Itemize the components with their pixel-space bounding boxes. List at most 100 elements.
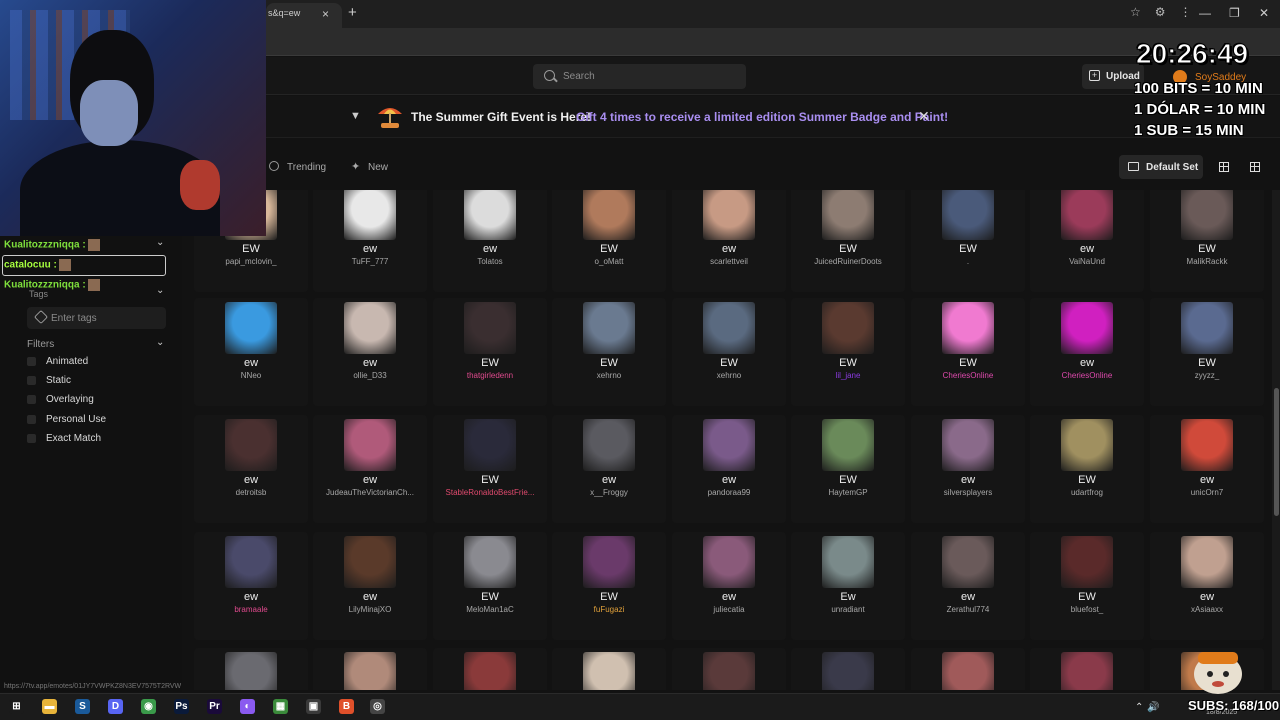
emote-card[interactable]: ew xAsiaaxx	[1150, 532, 1264, 640]
emote-card[interactable]: EW JuicedRuinerDoots	[791, 190, 905, 292]
premiere-icon[interactable]: Pr	[207, 699, 222, 714]
emote-card[interactable]: ew bramaale	[194, 532, 308, 640]
emote-author[interactable]: papi_mclovin_	[194, 257, 308, 266]
emote-card[interactable]: EW MalikRackk	[1150, 190, 1264, 292]
emote-author[interactable]: VaiNaUnd	[1030, 257, 1144, 266]
emote-author[interactable]: xAsiaaxx	[1150, 605, 1264, 614]
emote-card[interactable]: ew NNeo	[194, 298, 308, 406]
emote-card[interactable]	[433, 648, 547, 690]
emote-author[interactable]: NNeo	[194, 371, 308, 380]
emote-author[interactable]: xehrno	[672, 371, 786, 380]
tab-new[interactable]: New	[368, 162, 388, 173]
emote-card[interactable]: EW StableRonaldoBestFrie...	[433, 415, 547, 523]
emote-card[interactable]	[672, 648, 786, 690]
banner-link[interactable]: Gift 4 times to receive a limited editio…	[576, 110, 948, 124]
chevron-down-icon[interactable]: ⌄	[156, 237, 164, 248]
emote-card[interactable]: ew LilyMinajXO	[313, 532, 427, 640]
emote-card[interactable]	[911, 648, 1025, 690]
emote-card[interactable]: ew ollie_D33	[313, 298, 427, 406]
emote-card[interactable]: ew VaiNaUnd	[1030, 190, 1144, 292]
scrollbar-thumb[interactable]	[1274, 388, 1279, 516]
emote-author[interactable]: .	[911, 257, 1025, 266]
emote-card[interactable]	[194, 648, 308, 690]
emote-card[interactable]: EW MeloMan1aC	[433, 532, 547, 640]
steam-icon[interactable]: S	[75, 699, 90, 714]
emote-author[interactable]: JuicedRuinerDoots	[791, 257, 905, 266]
emote-author[interactable]: bramaale	[194, 605, 308, 614]
brave-icon[interactable]: B	[339, 699, 354, 714]
emote-author[interactable]: fuFugazi	[552, 605, 666, 614]
emote-author[interactable]: lil_jane	[791, 371, 905, 380]
photoshop-icon[interactable]: Ps	[174, 699, 189, 714]
emote-author[interactable]: StableRonaldoBestFrie...	[433, 488, 547, 497]
emote-card[interactable]: EW lil_jane	[791, 298, 905, 406]
chevron-down-icon[interactable]: ⌄	[156, 337, 164, 348]
start-icon[interactable]: ⊞	[9, 699, 24, 714]
emote-author[interactable]: xehrno	[552, 371, 666, 380]
emote-author[interactable]: bluefost_	[1030, 605, 1144, 614]
emote-card[interactable]: ew unicOrn7	[1150, 415, 1264, 523]
emote-card[interactable]: ew scarlettveil	[672, 190, 786, 292]
grid-view-button[interactable]	[1212, 155, 1236, 179]
checkbox[interactable]	[27, 434, 36, 443]
emote-card[interactable]: ew pandoraa99	[672, 415, 786, 523]
emote-author[interactable]: CheriesOnline	[1030, 371, 1144, 380]
emote-card[interactable]: ew x__Froggy	[552, 415, 666, 523]
emote-author[interactable]: unradiant	[791, 605, 905, 614]
maximize-icon[interactable]: ❐	[1229, 6, 1240, 20]
emote-card[interactable]: ew JudeauTheVictorianCh...	[313, 415, 427, 523]
emote-card[interactable]: ew silversplayers	[911, 415, 1025, 523]
emote-card[interactable]: EW fuFugazi	[552, 532, 666, 640]
emote-card[interactable]: EW o_oMatt	[552, 190, 666, 292]
emote-card[interactable]: ew Zerathul774	[911, 532, 1025, 640]
emote-author[interactable]: o_oMatt	[552, 257, 666, 266]
browser-toolbar-icons[interactable]: ☆⚙⋮	[1130, 5, 1206, 19]
app-icon[interactable]: ◐	[240, 699, 255, 714]
emote-author[interactable]: ollie_D33	[313, 371, 427, 380]
obs-studio-icon[interactable]: ◎	[370, 699, 385, 714]
emote-author[interactable]: CheriesOnline	[911, 371, 1025, 380]
emote-card[interactable]: ew Tolatos	[433, 190, 547, 292]
emote-card[interactable]: EW udartfrog	[1030, 415, 1144, 523]
emote-author[interactable]: silversplayers	[911, 488, 1025, 497]
emote-card[interactable]: EW zyyzz_	[1150, 298, 1264, 406]
emote-author[interactable]: unicOrn7	[1150, 488, 1264, 497]
emote-author[interactable]: pandoraa99	[672, 488, 786, 497]
emote-author[interactable]: thatgirledenn	[433, 371, 547, 380]
checkbox[interactable]	[27, 415, 36, 424]
emote-card[interactable]: ew CheriesOnline	[1030, 298, 1144, 406]
checkbox[interactable]	[27, 357, 36, 366]
close-window-icon[interactable]: ✕	[1259, 6, 1269, 20]
emote-card[interactable]	[791, 648, 905, 690]
emote-author[interactable]: scarlettveil	[672, 257, 786, 266]
chevron-down-icon[interactable]: ⌄	[156, 285, 164, 296]
tab-trending[interactable]: Trending	[287, 162, 326, 173]
emote-card[interactable]: EW.	[911, 190, 1025, 292]
checkbox[interactable]	[27, 395, 36, 404]
emote-author[interactable]: Tolatos	[433, 257, 547, 266]
checkbox[interactable]	[27, 376, 36, 385]
emote-author[interactable]: LilyMinajXO	[313, 605, 427, 614]
emote-card[interactable]	[552, 648, 666, 690]
emote-card[interactable]: EW bluefost_	[1030, 532, 1144, 640]
emote-author[interactable]: x__Froggy	[552, 488, 666, 497]
emote-author[interactable]: MalikRackk	[1150, 257, 1264, 266]
emote-card[interactable]: EW HaytemGP	[791, 415, 905, 523]
emote-card[interactable]: ew TuFF_777	[313, 190, 427, 292]
emote-card[interactable]: EW thatgirledenn	[433, 298, 547, 406]
emote-author[interactable]: HaytemGP	[791, 488, 905, 497]
emote-author[interactable]: JudeauTheVictorianCh...	[313, 488, 427, 497]
emote-card[interactable]: EW xehrno	[552, 298, 666, 406]
emote-card[interactable]: ew juliecatia	[672, 532, 786, 640]
explorer-icon[interactable]: ▬	[42, 699, 57, 714]
emote-author[interactable]: TuFF_777	[313, 257, 427, 266]
close-icon[interactable]: ✕	[918, 108, 930, 125]
emote-author[interactable]: MeloMan1aC	[433, 605, 547, 614]
emote-card[interactable]: ew detroitsb	[194, 415, 308, 523]
emote-author[interactable]: juliecatia	[672, 605, 786, 614]
emote-card[interactable]: EW xehrno	[672, 298, 786, 406]
emote-author[interactable]: detroitsb	[194, 488, 308, 497]
emote-card[interactable]	[313, 648, 427, 690]
system-tray[interactable]: ⌃🔊	[1135, 702, 1164, 713]
emote-card[interactable]: EW CheriesOnline	[911, 298, 1025, 406]
